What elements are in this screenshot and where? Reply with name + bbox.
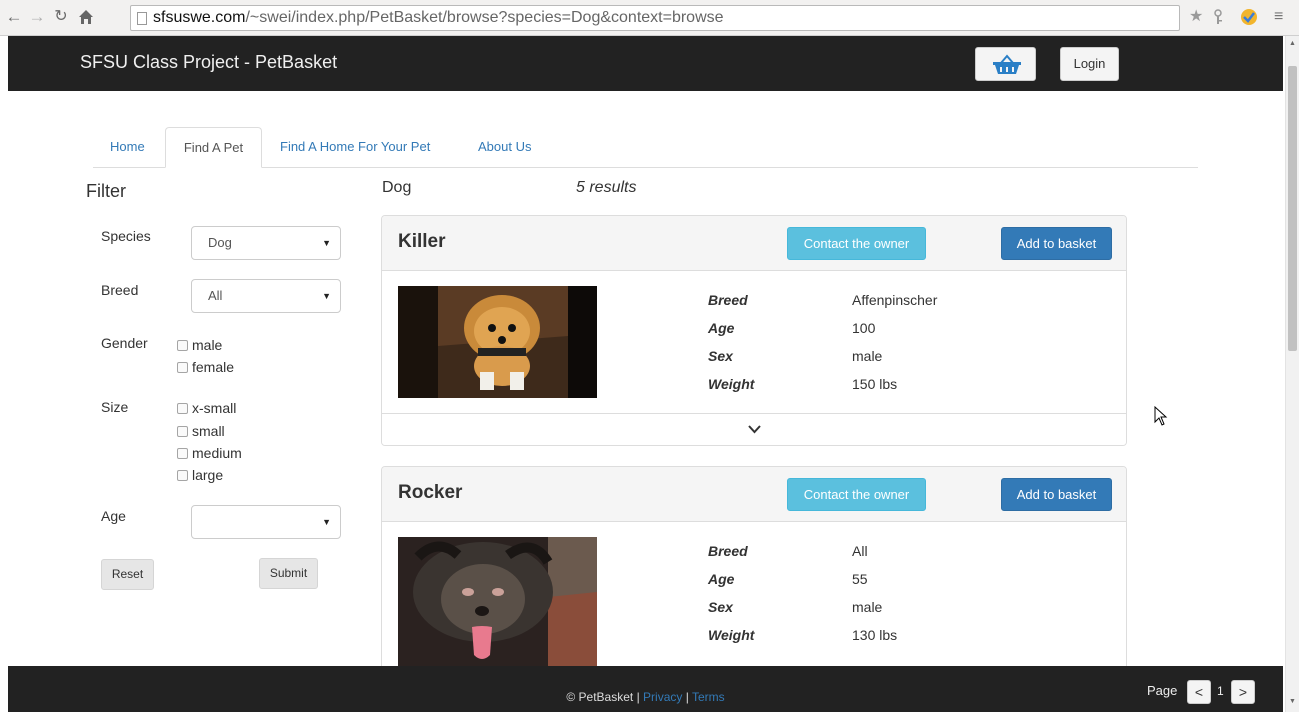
size-small-checkbox[interactable]: small: [177, 422, 225, 440]
chevron-right-icon: >: [1238, 684, 1248, 700]
attr-value-age: 100: [852, 320, 876, 336]
attr-value-weight: 150 lbs: [852, 376, 898, 392]
checkbox-icon: [177, 340, 188, 351]
attr-label-sex: Sex: [708, 599, 733, 615]
gender-female-checkbox[interactable]: female: [177, 358, 234, 376]
results-count: 5 results: [576, 179, 637, 196]
attr-label-breed: Breed: [708, 543, 748, 559]
contact-owner-button[interactable]: Contact the owner: [787, 478, 926, 511]
species-select-value: Dog: [208, 235, 232, 250]
age-label: Age: [101, 508, 126, 524]
attr-value-breed: Affenpinscher: [852, 292, 938, 308]
forward-arrow-icon[interactable]: →: [27, 6, 47, 28]
prev-page-button[interactable]: <: [1187, 680, 1211, 704]
chevron-left-icon: <: [1194, 684, 1204, 700]
attr-value-sex: male: [852, 348, 883, 364]
breed-select[interactable]: All ▼: [191, 279, 341, 313]
footer-text: © PetBasket | Privacy | Terms: [566, 690, 725, 704]
pet-name[interactable]: Killer: [398, 231, 446, 253]
reload-icon[interactable]: ↻: [51, 6, 71, 28]
pet-photo[interactable]: [398, 537, 597, 667]
pet-card: Killer Contact the owner Add to basket B…: [381, 215, 1127, 446]
contact-owner-button[interactable]: Contact the owner: [787, 227, 926, 260]
attr-label-age: Age: [708, 571, 735, 587]
attr-label-age: Age: [708, 320, 735, 336]
key-icon[interactable]: [1213, 6, 1223, 32]
pet-card: Rocker Contact the owner Add to basket B…: [381, 466, 1127, 676]
basket-button[interactable]: [975, 47, 1036, 81]
submit-button[interactable]: Submit: [259, 558, 318, 589]
pet-card-header: Rocker Contact the owner Add to basket: [382, 467, 1126, 522]
caret-down-icon: ▼: [322, 517, 331, 527]
size-medium-checkbox[interactable]: medium: [177, 444, 242, 462]
page-number: 1: [1217, 684, 1224, 698]
page-scrollbar[interactable]: ▲ ▼: [1285, 36, 1299, 712]
tab-home[interactable]: Home: [110, 127, 145, 168]
add-to-basket-button[interactable]: Add to basket: [1001, 478, 1112, 511]
breed-label: Breed: [101, 282, 139, 298]
add-to-basket-button[interactable]: Add to basket: [1001, 227, 1112, 260]
url-host: sfsuswe.com: [153, 9, 246, 26]
next-page-button[interactable]: >: [1231, 680, 1255, 704]
scroll-thumb[interactable]: [1288, 66, 1297, 351]
breed-select-value: All: [208, 288, 223, 303]
attr-label-breed: Breed: [708, 292, 748, 308]
extension-icon[interactable]: [1240, 6, 1258, 33]
scroll-down-icon[interactable]: ▼: [1289, 698, 1296, 705]
privacy-link[interactable]: Privacy: [643, 690, 682, 704]
tab-find-a-pet[interactable]: Find A Pet: [165, 127, 262, 168]
top-navbar: SFSU Class Project - PetBasket Login: [8, 36, 1283, 91]
checkbox-icon: [177, 403, 188, 414]
back-arrow-icon[interactable]: ←: [4, 6, 24, 28]
bookmark-star-icon[interactable]: ★: [1189, 6, 1203, 28]
size-x-small-checkbox[interactable]: x-small: [177, 399, 236, 417]
copyright-text: © PetBasket: [566, 690, 634, 704]
page-label: Page: [1147, 683, 1178, 698]
attr-value-age: 55: [852, 571, 868, 587]
page-icon: [137, 12, 147, 25]
brand-title[interactable]: SFSU Class Project - PetBasket: [80, 52, 337, 73]
gender-male-checkbox[interactable]: male: [177, 336, 222, 354]
browser-toolbar: ← → ↻ sfsuswe.com/~swei/index.php/PetBas…: [0, 0, 1299, 36]
attr-label-weight: Weight: [708, 627, 755, 643]
mouse-cursor-icon: [1154, 406, 1168, 426]
chevron-down-icon: [748, 425, 761, 434]
filter-title: Filter: [86, 181, 126, 201]
address-bar[interactable]: sfsuswe.com/~swei/index.php/PetBasket/br…: [130, 5, 1180, 31]
checkbox-icon: [177, 448, 188, 459]
url-path: /~swei/index.php/PetBasket/browse?specie…: [245, 9, 724, 26]
reset-button[interactable]: Reset: [101, 559, 154, 590]
pet-card-header: Killer Contact the owner Add to basket: [382, 216, 1126, 271]
caret-down-icon: ▼: [322, 291, 331, 301]
terms-link[interactable]: Terms: [692, 690, 725, 704]
footer: © PetBasket | Privacy | Terms Page < 1 >: [8, 666, 1283, 712]
attr-label-weight: Weight: [708, 376, 755, 392]
attr-value-sex: male: [852, 599, 883, 615]
species-label: Species: [101, 228, 151, 244]
species-select[interactable]: Dog ▼: [191, 226, 341, 260]
home-icon[interactable]: [76, 6, 96, 28]
age-select[interactable]: ▼: [191, 505, 341, 539]
pet-name[interactable]: Rocker: [398, 482, 462, 504]
attr-value-weight: 130 lbs: [852, 627, 898, 643]
main-tabs: Home Find A Pet Find A Home For Your Pet…: [93, 127, 1198, 168]
checkbox-icon: [177, 470, 188, 481]
checkbox-icon: [177, 362, 188, 373]
tab-about-us[interactable]: About Us: [478, 127, 531, 168]
size-label: Size: [101, 399, 129, 415]
attr-value-breed: All: [852, 543, 868, 559]
results-species: Dog: [382, 179, 412, 196]
size-large-checkbox[interactable]: large: [177, 466, 223, 484]
caret-down-icon: ▼: [322, 238, 331, 248]
scroll-up-icon[interactable]: ▲: [1289, 40, 1296, 47]
menu-icon[interactable]: ≡: [1274, 6, 1283, 28]
pet-photo[interactable]: [398, 286, 597, 398]
attr-label-sex: Sex: [708, 348, 733, 364]
basket-icon: [993, 54, 1021, 74]
checkbox-icon: [177, 426, 188, 437]
tab-find-a-home[interactable]: Find A Home For Your Pet: [280, 127, 430, 168]
login-button[interactable]: Login: [1060, 47, 1119, 81]
expand-toggle[interactable]: [382, 413, 1126, 445]
gender-label: Gender: [101, 335, 148, 351]
